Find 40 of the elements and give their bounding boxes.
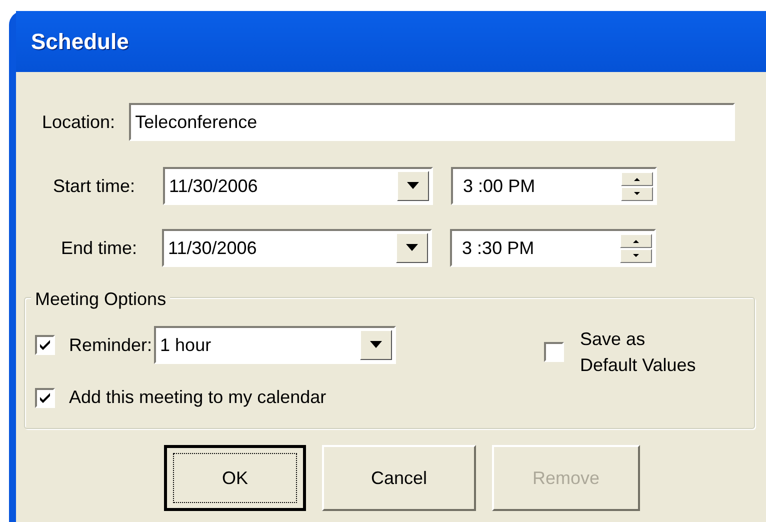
checkbox-label: Save as Default Values	[580, 328, 696, 377]
field-label: Start time:	[53, 174, 136, 198]
date-dropdown[interactable]: 11/30/2006	[162, 229, 432, 267]
window-title: Schedule	[31, 28, 129, 56]
spin-up-button[interactable]	[620, 234, 652, 248]
reminder-dropdown[interactable]: 1 hour	[154, 326, 396, 364]
field-value: 3 :30 PM	[462, 236, 534, 260]
checkbox-label: Reminder:	[69, 334, 152, 356]
dropdown-button[interactable]	[396, 233, 428, 263]
field-value: 11/30/2006	[168, 236, 257, 260]
location-field[interactable]: Teleconference	[129, 103, 736, 141]
checkmark-icon	[39, 339, 51, 351]
field-label: Location:	[42, 110, 116, 134]
time-field[interactable]: 3 :00 PM	[451, 167, 658, 205]
dialog-button[interactable]: OK	[164, 445, 306, 511]
checkbox[interactable]	[35, 335, 55, 355]
down-arrow-icon	[633, 192, 642, 196]
dialog-button[interactable]: Cancel	[322, 445, 476, 511]
checkbox[interactable]	[35, 388, 55, 408]
field-value: 11/30/2006	[169, 174, 258, 198]
caret-icon	[406, 244, 418, 252]
date-dropdown[interactable]: 11/30/2006	[163, 167, 434, 205]
caret-icon	[370, 341, 382, 349]
field-label: End time:	[61, 236, 138, 260]
field-value: Teleconference	[135, 110, 258, 134]
spin-down-button[interactable]	[620, 248, 652, 262]
field-value: 1 hour	[160, 334, 212, 356]
checkmark-icon	[39, 392, 51, 404]
dropdown-button[interactable]	[397, 171, 430, 201]
up-arrow-icon	[632, 238, 640, 242]
field-value: 3 :00 PM	[463, 174, 536, 198]
up-arrow-icon	[633, 176, 642, 180]
spin-up-button[interactable]	[621, 172, 654, 186]
spin-down-button[interactable]	[621, 186, 654, 200]
caret-icon	[407, 182, 420, 190]
checkbox-label: Add this meeting to my calendar	[69, 386, 326, 409]
dropdown-button[interactable]	[360, 330, 392, 360]
down-arrow-icon	[632, 254, 640, 258]
checkbox[interactable]	[544, 342, 564, 362]
time-field[interactable]: 3 :30 PM	[450, 229, 656, 267]
